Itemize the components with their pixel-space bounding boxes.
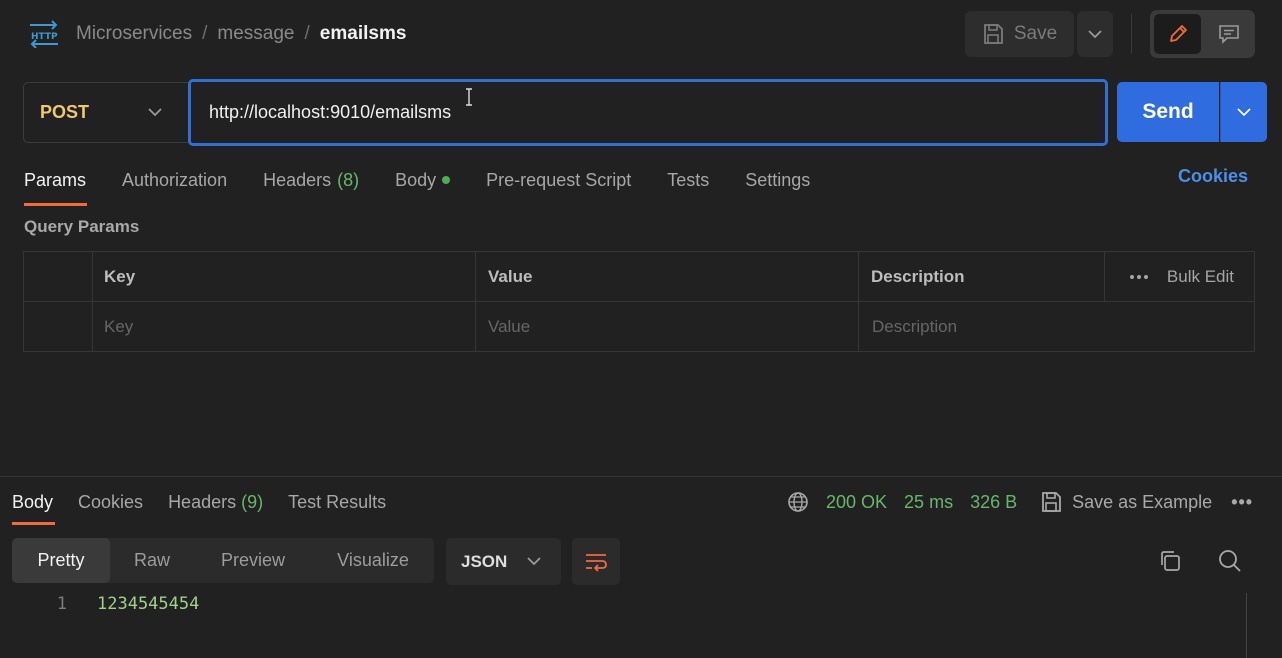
send-options-button[interactable] <box>1220 82 1267 142</box>
save-icon <box>982 23 1004 45</box>
response-size[interactable]: 326 B <box>970 492 1017 513</box>
column-key: Key <box>104 267 136 286</box>
tab-authorization[interactable]: Authorization <box>122 170 227 191</box>
body-indicator-dot <box>442 176 451 184</box>
more-options-icon[interactable] <box>1129 274 1149 280</box>
edit-mode-button[interactable] <box>1154 14 1201 54</box>
tab-body[interactable]: Body <box>395 169 451 191</box>
request-tabs: Params Authorization Headers (8) Body Pr… <box>24 166 846 194</box>
format-label: JSON <box>461 551 508 571</box>
breadcrumb-separator: / <box>304 23 310 44</box>
url-input[interactable]: http://localhost:9010/emailsms <box>188 79 1108 146</box>
scrollbar[interactable] <box>1246 593 1247 658</box>
pencil-icon <box>1167 23 1189 45</box>
table-row: Key Value Description <box>24 302 1254 352</box>
comments-button[interactable] <box>1206 14 1251 54</box>
chevron-down-icon <box>527 557 541 566</box>
comment-icon <box>1218 24 1240 44</box>
chevron-down-icon <box>1088 29 1102 39</box>
column-value: Value <box>488 267 533 286</box>
tab-test-results[interactable]: Test Results <box>288 492 386 513</box>
save-icon <box>1040 491 1062 513</box>
mode-toggle <box>1150 10 1255 58</box>
format-select[interactable]: JSON <box>446 538 561 585</box>
globe-icon[interactable] <box>787 491 809 513</box>
view-raw[interactable]: Raw <box>110 538 194 583</box>
tab-body-label: Body <box>395 169 437 190</box>
headers-count: (8) <box>337 169 360 190</box>
column-divider <box>1104 252 1105 302</box>
bulk-edit-area: Bulk Edit <box>1129 252 1234 302</box>
text-cursor-icon <box>464 88 474 106</box>
table-header-row: Key Value Description Bulk Edit <box>24 252 1254 302</box>
save-as-example-label: Save as Example <box>1072 491 1213 512</box>
column-divider <box>475 252 476 351</box>
view-preview[interactable]: Preview <box>194 538 312 583</box>
breadcrumb: HTTP Microservices / message / emailsms <box>28 18 406 50</box>
response-status-bar: 200 OK 25 ms 326 B Save as Example ••• <box>787 490 1253 514</box>
tab-response-cookies[interactable]: Cookies <box>78 492 143 513</box>
breadcrumb-folder[interactable]: message <box>217 23 294 45</box>
breadcrumb-separator: / <box>202 23 208 44</box>
tab-response-headers[interactable]: Headers (9) <box>168 492 263 513</box>
save-label: Save <box>1013 23 1058 44</box>
tab-headers-label: Headers <box>263 169 332 190</box>
save-as-example-button[interactable]: Save as Example <box>1040 491 1212 513</box>
active-tab-indicator <box>24 203 87 206</box>
column-description: Description <box>871 267 965 286</box>
view-mode-selector: Pretty Raw Preview Visualize <box>12 538 434 583</box>
status-code[interactable]: 200 OK <box>826 492 887 513</box>
column-divider <box>858 252 859 351</box>
save-button[interactable]: Save <box>965 11 1074 57</box>
bulk-edit-button[interactable]: Bulk Edit <box>1167 267 1234 287</box>
tab-response-body[interactable]: Body <box>12 492 53 513</box>
value-input[interactable]: Value <box>476 302 530 352</box>
response-tabs: Body Cookies Headers (9) Test Results <box>12 490 411 514</box>
tab-prerequest-script[interactable]: Pre-request Script <box>486 170 631 191</box>
tab-settings[interactable]: Settings <box>745 170 810 191</box>
view-visualize[interactable]: Visualize <box>312 538 434 583</box>
active-response-tab-indicator <box>12 522 55 525</box>
response-time[interactable]: 25 ms <box>904 492 953 513</box>
response-value: 1234545454 <box>97 594 200 614</box>
tab-tests[interactable]: Tests <box>667 170 709 191</box>
request-name[interactable]: emailsms <box>320 23 407 45</box>
chevron-down-icon <box>148 108 162 117</box>
chevron-down-icon <box>1237 107 1251 117</box>
breadcrumb-collection[interactable]: Microservices <box>76 23 192 45</box>
query-params-title: Query Params <box>24 217 140 236</box>
description-input[interactable]: Description <box>860 302 957 352</box>
query-params-table: Key Value Description Bulk Edit Key Valu… <box>23 251 1255 352</box>
http-icon: HTTP <box>28 20 60 48</box>
copy-icon[interactable] <box>1158 549 1182 573</box>
wrap-lines-button[interactable] <box>572 538 620 585</box>
cookies-link[interactable]: Cookies <box>1178 166 1248 187</box>
response-body-line: 1 1234545454 <box>55 594 200 614</box>
tab-headers[interactable]: Headers (8) <box>263 170 359 191</box>
toolbar-divider <box>1131 14 1132 54</box>
tab-params[interactable]: Params <box>24 170 86 191</box>
search-icon[interactable] <box>1218 549 1242 573</box>
wrap-lines-icon <box>584 552 608 572</box>
save-options-button[interactable] <box>1077 11 1113 57</box>
pane-divider[interactable] <box>0 476 1282 477</box>
line-number: 1 <box>56 594 67 614</box>
method-select[interactable]: POST <box>23 82 188 143</box>
tab-response-headers-label: Headers <box>168 491 237 512</box>
key-input[interactable]: Key <box>92 302 133 352</box>
method-label: POST <box>40 102 90 122</box>
response-headers-count: (9) <box>241 491 264 512</box>
column-divider <box>92 252 93 351</box>
more-options-icon[interactable]: ••• <box>1231 492 1253 513</box>
view-pretty[interactable]: Pretty <box>12 538 110 583</box>
send-button[interactable]: Send <box>1117 82 1219 142</box>
